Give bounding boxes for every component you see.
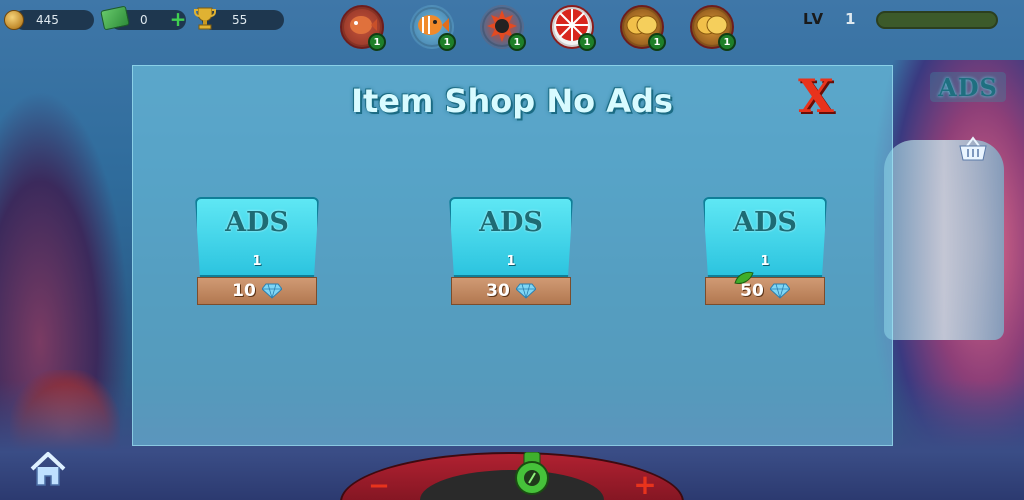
- close-button[interactable]: X: [788, 72, 844, 120]
- cannon-icon[interactable]: [510, 451, 554, 500]
- coin-icon: [4, 10, 24, 30]
- shopping-basket-icon[interactable]: [958, 136, 988, 162]
- card-price-button[interactable]: 30: [451, 277, 571, 305]
- card-quantity: 1: [506, 254, 516, 269]
- item-slot-bomb[interactable]: 1: [480, 5, 526, 51]
- card-ads-label: ADS: [225, 207, 289, 238]
- decrease-bet-button[interactable]: −: [364, 473, 394, 499]
- card-ads-label: ADS: [733, 207, 797, 238]
- card-price-button[interactable]: 10: [197, 277, 317, 305]
- green-leaf-icon: [734, 270, 754, 284]
- shop-title: Item Shop No Ads: [351, 82, 673, 120]
- card-ads-label: ADS: [479, 207, 543, 238]
- card-quantity: 1: [252, 254, 262, 269]
- item-count-badge: 1: [438, 33, 456, 51]
- increase-bet-button[interactable]: +: [630, 471, 660, 499]
- item-count-badge: 1: [368, 33, 386, 51]
- item-slot-orange-fish[interactable]: 1: [410, 5, 456, 51]
- item-slot-lucky-wheel[interactable]: 1: [550, 5, 596, 51]
- sunken-tower-decoration: [884, 140, 1004, 340]
- item-slot-gold-coins[interactable]: 1: [620, 5, 666, 51]
- shop-card-10[interactable]: ADS 1 10: [193, 197, 321, 305]
- diamond-icon: [769, 283, 791, 299]
- home-button[interactable]: [28, 450, 68, 488]
- item-count-badge: 1: [718, 33, 736, 51]
- card-price-button[interactable]: 50: [705, 277, 825, 305]
- item-slot-gold-coins-2[interactable]: 1: [690, 5, 736, 51]
- trophy-icon: [194, 6, 216, 30]
- coin-counter: 445: [14, 10, 94, 30]
- add-cash-plus-icon[interactable]: +: [170, 9, 187, 29]
- home-icon: [28, 452, 68, 492]
- level-value: 1: [845, 10, 856, 28]
- card-quantity: 1: [760, 254, 770, 269]
- item-count-badge: 1: [508, 33, 526, 51]
- shop-card-50[interactable]: ADS 1 50: [701, 197, 829, 305]
- price-value: 10: [232, 281, 256, 301]
- item-count-badge: 1: [648, 33, 666, 51]
- cash-count: 0: [140, 13, 148, 27]
- item-count-badge: 1: [578, 33, 596, 51]
- level-progress-bar: [876, 11, 998, 29]
- diamond-icon: [261, 283, 283, 299]
- shop-card-30[interactable]: ADS 1 30: [447, 197, 575, 305]
- level-label: LV: [803, 10, 825, 28]
- trophy-count: 55: [232, 13, 248, 27]
- diamond-icon: [515, 283, 537, 299]
- coin-count: 445: [36, 13, 59, 27]
- item-slot-red-fish[interactable]: 1: [340, 5, 386, 51]
- price-value: 30: [486, 281, 510, 301]
